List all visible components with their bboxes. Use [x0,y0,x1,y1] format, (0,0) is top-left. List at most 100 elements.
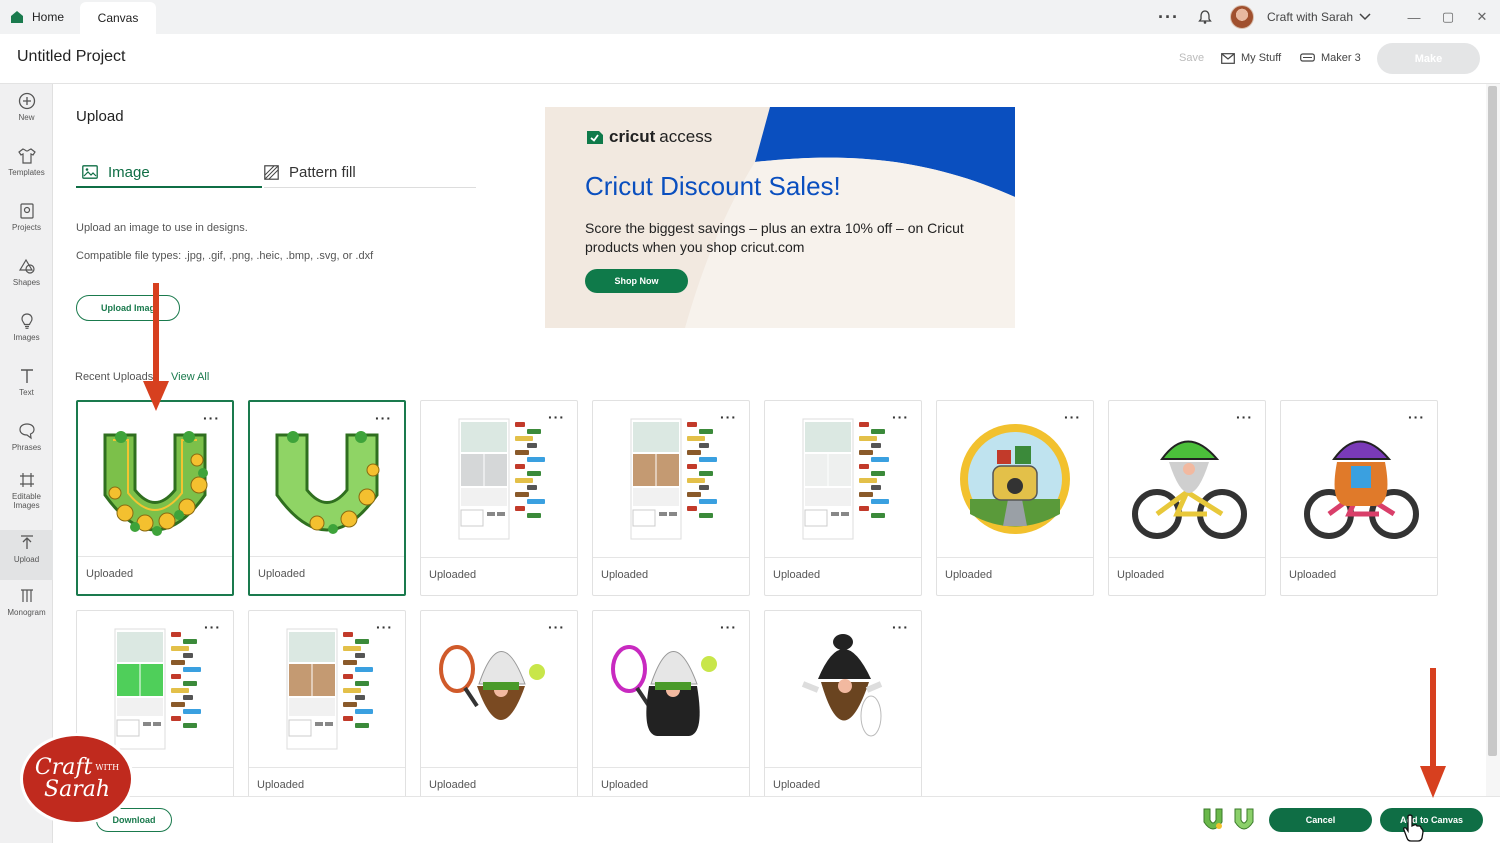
card-more-options-icon[interactable]: ··· [720,409,737,425]
tab-pattern-fill[interactable]: Pattern fill [264,158,476,188]
close-button[interactable]: ✕ [1464,0,1500,34]
upload-image-gnome-bike-green [1132,440,1247,539]
upload-card-label: Uploaded [1281,557,1437,595]
sidebar-item-upload[interactable]: Upload [0,530,53,580]
upload-card-label: Uploaded [250,556,404,594]
projects-icon [19,203,34,219]
tab-pattern-label: Pattern fill [289,164,356,181]
user-menu[interactable]: Craft with Sarah [1267,0,1371,34]
selected-thumb-1[interactable] [1200,805,1226,835]
scrollbar-thumb[interactable] [1488,86,1497,756]
tab-home[interactable]: Home [10,0,80,34]
my-stuff-button[interactable]: My Stuff [1221,52,1281,64]
upload-card[interactable]: ···Uploaded [420,610,578,806]
bell-icon[interactable] [1197,0,1213,34]
sidebar-label: Editable Images [12,492,41,510]
tab-image[interactable]: Image [76,158,262,188]
card-more-options-icon[interactable]: ··· [376,619,393,635]
selected-thumb-2[interactable] [1231,805,1257,835]
machine-icon [1300,53,1315,62]
save-button[interactable]: Save [1179,52,1204,64]
upload-image-gnome-black [801,634,883,737]
upload-card[interactable]: ··· Uploaded [420,400,578,596]
sidebar-item-editable-images[interactable]: Editable Images [0,471,53,531]
sidebar-item-projects[interactable]: Projects [0,202,53,252]
craft-with-sarah-logo: Craft WITH Sarah [20,733,134,825]
save-label: Save [1179,52,1205,64]
brand-light: access [659,127,713,146]
upload-card[interactable]: ···Uploaded [1108,400,1266,596]
sidebar-item-templates[interactable]: Templates [0,147,53,197]
make-label: Make [1414,52,1443,65]
make-button[interactable]: Make [1377,43,1480,74]
title-bar: Home Canvas ··· Craft with Sarah — ▢ ✕ [0,0,1500,34]
annotation-arrow-right [1420,668,1446,798]
sidebar-label: New [18,113,35,122]
upload-description: Upload an image to use in designs. [76,222,248,234]
tab-image-label: Image [108,163,150,181]
shirt-icon [17,148,36,164]
minimize-button[interactable]: — [1396,0,1432,34]
more-options-icon[interactable]: ··· [1158,0,1179,34]
sidebar-label: Monogram [7,608,46,617]
machine-label: Maker 3 [1321,52,1361,64]
view-all-link[interactable]: View All [171,371,209,383]
user-name: Craft with Sarah [1267,10,1354,24]
editable-icon [19,473,34,487]
chevron-down-icon [1359,13,1371,21]
cancel-button[interactable]: Cancel [1269,808,1372,832]
pattern-icon [264,165,279,180]
upload-card[interactable]: ···Uploaded [764,400,922,596]
sidebar-item-monogram[interactable]: Monogram [0,587,53,637]
home-icon [11,11,23,23]
card-more-options-icon[interactable]: ··· [892,619,909,635]
upload-card[interactable]: ···Uploaded [764,610,922,806]
maximize-button[interactable]: ▢ [1430,0,1466,34]
sidebar-item-phrases[interactable]: Phrases [0,422,53,472]
card-more-options-icon[interactable]: ··· [204,619,221,635]
card-more-options-icon[interactable]: ··· [892,409,909,425]
upload-card[interactable]: ··· Uploaded [1280,400,1438,596]
sidebar-label: Templates [8,168,45,177]
upload-card[interactable]: ···Uploaded [76,400,234,596]
upload-image-sheet-tan [630,418,717,540]
upload-icon [20,535,33,549]
upload-card[interactable]: ··· Uploaded [592,400,750,596]
upload-card[interactable]: ··· Uploaded [248,400,406,596]
card-more-options-icon[interactable]: ··· [720,619,737,635]
banner-headline: Cricut Discount Sales! [585,171,841,201]
card-more-options-icon[interactable]: ··· [548,619,565,635]
promo-banner[interactable]: cricut access Cricut Discount Sales! Scor… [545,107,1015,328]
left-sidebar: New Templates Projects Shapes Images Tex… [0,84,53,843]
upload-image-gnome-bike-purple [1304,440,1419,539]
card-more-options-icon[interactable]: ··· [1064,409,1081,425]
sidebar-item-images[interactable]: Images [0,312,53,362]
sidebar-item-new[interactable]: New [0,92,53,142]
brand-bold: cricut [609,127,656,146]
upload-card[interactable]: ···Uploaded [936,400,1094,596]
mail-icon [1221,52,1235,64]
sidebar-item-shapes[interactable]: Shapes [0,257,53,307]
upload-card[interactable]: ···Uploaded [592,610,750,806]
logo-small: WITH [95,763,120,772]
upload-card[interactable]: ···Uploaded [248,610,406,806]
cancel-label: Cancel [1305,815,1336,825]
user-avatar[interactable] [1230,0,1254,34]
card-more-options-icon[interactable]: ··· [203,410,220,426]
upload-card-label: Uploaded [421,557,577,595]
upload-image-sheet-tan [286,628,373,750]
tab-canvas[interactable]: Canvas [80,2,156,34]
card-more-options-icon[interactable]: ··· [1236,409,1253,425]
upload-image-sheet-light [802,418,889,540]
tab-home-label: Home [32,10,65,24]
sidebar-item-text[interactable]: Text [0,367,53,417]
card-more-options-icon[interactable]: ··· [375,410,392,426]
machine-selector[interactable]: Maker 3 [1300,52,1361,64]
shop-now-button[interactable]: Shop Now [585,269,688,293]
card-more-options-icon[interactable]: ··· [1408,409,1425,425]
add-to-canvas-button[interactable]: Add to Canvas [1380,808,1483,832]
upload-card-label: Uploaded [593,557,749,595]
upload-image-sheet-gray [458,418,545,540]
upload-image-gnome-tennis-pink [611,645,717,736]
card-more-options-icon[interactable]: ··· [548,409,565,425]
